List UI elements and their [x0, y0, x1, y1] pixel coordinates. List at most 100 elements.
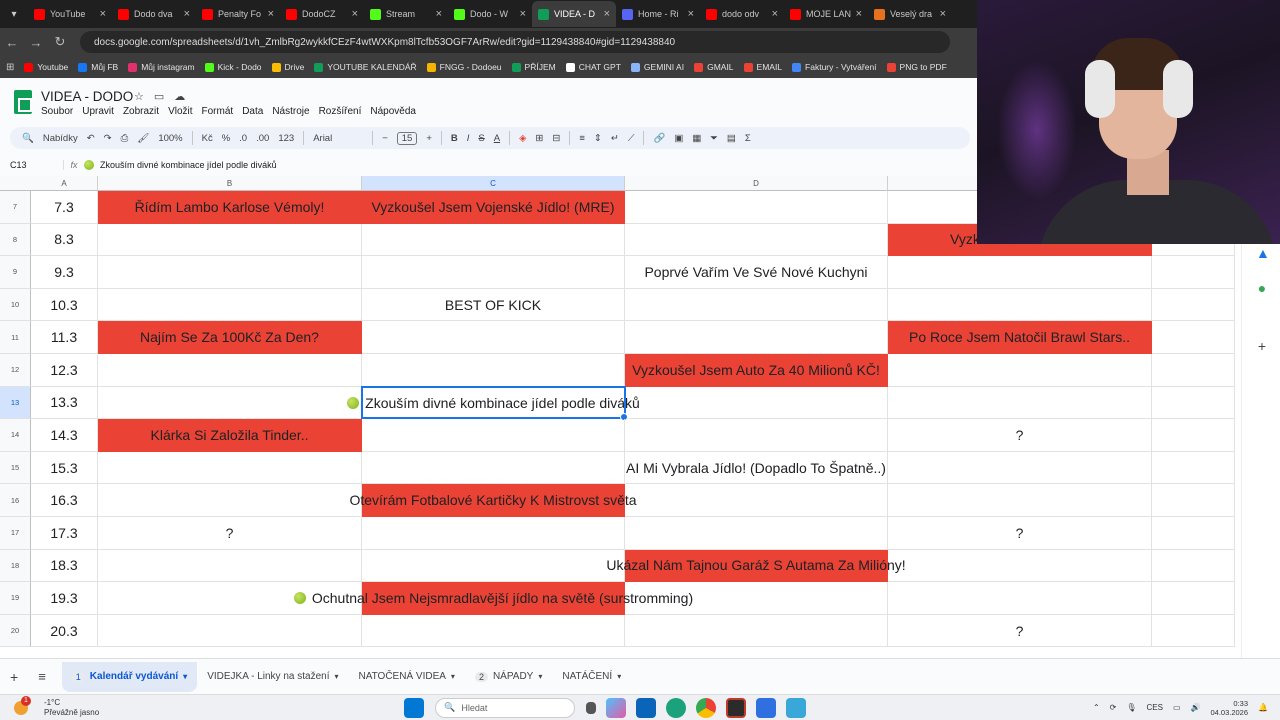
- bold-icon[interactable]: B: [451, 133, 458, 144]
- search-menus-icon[interactable]: 🔍: [22, 133, 34, 144]
- cell-d[interactable]: [625, 419, 888, 452]
- filter-views-icon[interactable]: ▤: [727, 133, 736, 144]
- notifications-icon[interactable]: 🔔: [1258, 703, 1268, 712]
- row-header[interactable]: 19: [0, 582, 31, 615]
- tab-close-icon[interactable]: ×: [100, 8, 106, 20]
- sheet-tab[interactable]: 2 NÁPADY ▾: [465, 662, 552, 692]
- borders-icon[interactable]: ⊞: [535, 133, 543, 144]
- bookmark-item[interactable]: PNG to PDF: [886, 62, 947, 72]
- cell-e[interactable]: ?: [888, 614, 1152, 648]
- tab-close-icon[interactable]: ×: [856, 8, 862, 20]
- sheet-tab[interactable]: NATÁČENÍ ▾: [552, 662, 631, 692]
- font-size-input[interactable]: 15: [396, 131, 418, 145]
- edge-icon[interactable]: [666, 697, 687, 718]
- cell-f[interactable]: [1152, 451, 1235, 485]
- zoom-select[interactable]: 100%: [158, 133, 182, 144]
- cell-f[interactable]: [1152, 354, 1235, 387]
- weather-widget[interactable]: -1°C Převážně jasno: [44, 698, 99, 718]
- strikethrough-icon[interactable]: S: [478, 133, 484, 144]
- cell-b[interactable]: Najím Se Za 100Kč Za Den?: [98, 321, 362, 354]
- menu-item[interactable]: Data: [242, 106, 263, 117]
- cell-f[interactable]: [1152, 484, 1235, 517]
- cell-f[interactable]: [1152, 582, 1235, 615]
- cell-b[interactable]: Klárka Si Založila Tinder..: [98, 419, 362, 452]
- all-sheets-icon[interactable]: ≡: [28, 662, 56, 692]
- url-field[interactable]: docs.google.com/spreadsheets/d/1vh_ZmlbR…: [80, 31, 950, 53]
- row-header[interactable]: 16: [0, 484, 31, 517]
- browser-tab[interactable]: Home - Ri ×: [616, 1, 700, 27]
- cell-b[interactable]: [98, 451, 362, 485]
- cell-f[interactable]: [1152, 614, 1235, 648]
- row-header[interactable]: 14: [0, 419, 31, 452]
- cell-e[interactable]: [888, 549, 1152, 583]
- cell-f[interactable]: [1152, 549, 1235, 583]
- cell-a[interactable]: 8.3: [31, 223, 98, 257]
- cell-f[interactable]: [1152, 517, 1235, 550]
- bookmark-item[interactable]: Kick - Dodo: [204, 62, 262, 72]
- browser-tab[interactable]: Penalty Fo ×: [196, 1, 280, 27]
- cell-a[interactable]: 7.3: [31, 191, 98, 224]
- notepad-icon[interactable]: [786, 697, 807, 718]
- cell-a[interactable]: 12.3: [31, 354, 98, 387]
- row-header[interactable]: 13: [0, 386, 31, 420]
- tab-close-icon[interactable]: ×: [520, 8, 526, 20]
- cell-c[interactable]: [362, 419, 625, 452]
- number-format-button[interactable]: 123: [278, 133, 294, 144]
- document-title[interactable]: VIDEA - DODO: [41, 89, 133, 104]
- network-icon[interactable]: ▭: [1173, 703, 1181, 712]
- outlook-icon[interactable]: [636, 697, 657, 718]
- bookmark-item[interactable]: GMAIL: [694, 62, 734, 72]
- tray-chevron-icon[interactable]: ⌃: [1093, 703, 1100, 712]
- cell-b[interactable]: Řídím Lambo Karlose Vémoly!: [98, 191, 362, 224]
- browser-tab[interactable]: YouTube ×: [28, 1, 112, 27]
- column-header[interactable]: D: [625, 176, 888, 191]
- cell-c[interactable]: [362, 256, 625, 289]
- row-header[interactable]: 11: [0, 321, 31, 354]
- weather-widget-icon[interactable]: 1: [12, 695, 34, 719]
- spreadsheet-grid[interactable]: A B C D 7 7.3 Řídím Lambo Karlose Vémoly! Vyzko…: [0, 176, 1280, 658]
- insert-comment-icon[interactable]: ▣: [674, 133, 683, 144]
- cell-c[interactable]: [362, 223, 625, 257]
- cell-e[interactable]: [888, 354, 1152, 387]
- currency-format-button[interactable]: Kč: [202, 133, 213, 144]
- cell-a[interactable]: 9.3: [31, 256, 98, 289]
- insert-link-icon[interactable]: 🔗: [653, 133, 665, 144]
- add-addon-icon[interactable]: +: [1256, 339, 1268, 353]
- cell-a[interactable]: 19.3: [31, 582, 98, 615]
- chevron-down-icon[interactable]: ▾: [183, 672, 187, 681]
- italic-icon[interactable]: I: [467, 133, 470, 144]
- browser-tab[interactable]: dodo odv ×: [700, 1, 784, 27]
- menu-item[interactable]: Upravit: [82, 106, 114, 117]
- cell-c[interactable]: [362, 517, 625, 550]
- chevron-down-icon[interactable]: ▾: [538, 672, 542, 681]
- move-folder-icon[interactable]: ▭: [154, 90, 164, 103]
- tab-close-icon[interactable]: ×: [604, 8, 610, 20]
- windows-start-icon[interactable]: [404, 697, 425, 718]
- browser-tab[interactable]: Stream ×: [364, 1, 448, 27]
- cell-e[interactable]: [888, 484, 1152, 517]
- cell-e[interactable]: [888, 288, 1152, 322]
- copilot-icon[interactable]: [606, 697, 627, 718]
- cell-d[interactable]: [625, 614, 888, 648]
- menu-item[interactable]: Rozšíření: [319, 106, 362, 117]
- star-icon[interactable]: ☆: [134, 90, 144, 103]
- cell-d[interactable]: [625, 288, 888, 322]
- tab-close-icon[interactable]: ×: [940, 8, 946, 20]
- cell-b[interactable]: [98, 223, 362, 257]
- cell-c[interactable]: [362, 549, 625, 583]
- bookmark-item[interactable]: GEMINI AI: [630, 62, 684, 72]
- bookmark-item[interactable]: Můj instagram: [128, 62, 195, 72]
- row-header[interactable]: 12: [0, 354, 31, 387]
- insert-chart-icon[interactable]: ▦: [692, 133, 701, 144]
- undo-icon[interactable]: ↶: [87, 133, 95, 144]
- sheets-logo-icon[interactable]: [14, 90, 32, 114]
- increase-decimal-button[interactable]: .00: [256, 133, 269, 144]
- text-wrap-icon[interactable]: ↵: [611, 133, 619, 144]
- menu-item[interactable]: Nástroje: [272, 106, 309, 117]
- cell-c[interactable]: Otevírám Fotbalové Kartičky K Mistrovst …: [349, 484, 637, 517]
- add-sheet-icon[interactable]: +: [0, 662, 28, 692]
- functions-icon[interactable]: Σ: [745, 133, 751, 144]
- paint-format-icon[interactable]: 🖌: [137, 133, 149, 144]
- cell-c[interactable]: Vyzkoušel Jsem Vojenské Jídlo! (MRE): [362, 191, 625, 224]
- font-select[interactable]: Arial: [313, 133, 363, 144]
